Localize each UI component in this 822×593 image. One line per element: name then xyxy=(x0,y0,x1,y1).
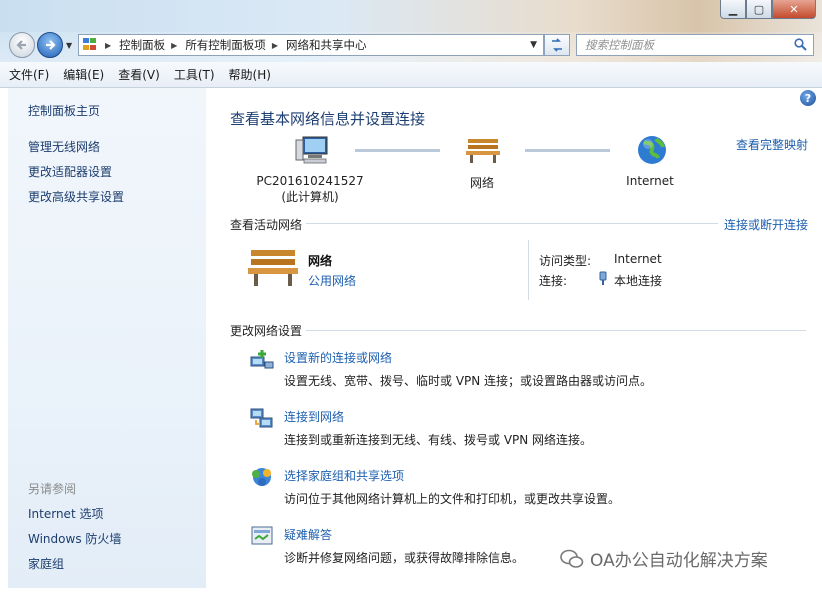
network-type-link[interactable]: 公用网络 xyxy=(308,272,356,289)
sidebar-item-wireless[interactable]: 管理无线网络 xyxy=(28,138,100,155)
computer-icon xyxy=(295,136,328,164)
chat-bubble-icon xyxy=(560,549,584,568)
computer-name: PC201610241527 xyxy=(256,174,364,188)
map-node-network[interactable]: 网络 xyxy=(452,174,512,191)
task-homegroup[interactable]: 选择家庭组和共享选项 xyxy=(284,467,404,484)
search-box[interactable]: 搜索控制面板 xyxy=(576,34,814,56)
change-settings-heading: 更改网络设置 xyxy=(230,324,303,338)
arrow-right-icon xyxy=(46,40,56,50)
task-setup-connection[interactable]: 设置新的连接或网络 xyxy=(284,349,392,366)
page-title: 查看基本网络信息并设置连接 xyxy=(230,110,426,128)
see-also-heading: 另请参阅 xyxy=(28,482,77,496)
bench-icon xyxy=(466,139,500,163)
crumb-network-center[interactable]: 网络和共享中心 xyxy=(286,37,367,53)
recent-pages-dropdown[interactable]: ▼ xyxy=(66,41,72,50)
arrow-left-icon xyxy=(16,40,26,50)
divider xyxy=(306,223,718,224)
sidebar-item-internet-options[interactable]: Internet 选项 xyxy=(28,505,103,522)
active-networks-heading: 查看活动网络 xyxy=(230,218,303,232)
chevron-right-icon[interactable]: ▶ xyxy=(272,41,278,50)
troubleshoot-icon xyxy=(251,526,273,545)
sidebar-item-homegroup[interactable]: 家庭组 xyxy=(28,555,64,572)
window-controls: ▁ ▢ ✕ xyxy=(720,0,816,19)
task-setup-connection-desc: 设置无线、宽带、拨号、临时或 VPN 连接；或设置路由器或访问点。 xyxy=(284,374,653,388)
minimize-button[interactable]: ▁ xyxy=(720,0,746,19)
task-homegroup-desc: 访问位于其他网络计算机上的文件和打印机，或更改共享设置。 xyxy=(284,492,621,506)
homegroup-icon xyxy=(252,468,271,486)
connect-disconnect-link[interactable]: 连接或断开连接 xyxy=(724,216,808,233)
computer-sub: (此计算机) xyxy=(281,190,339,204)
menu-bar: 文件(F) 编辑(E) 查看(V) 工具(T) 帮助(H) xyxy=(0,62,822,88)
sidebar-item-home[interactable]: 控制面板主页 xyxy=(28,102,100,119)
breadcrumb: ▶ 控制面板 ▶ 所有控制面板项 ▶ 网络和共享中心 xyxy=(99,35,366,55)
local-connection-link[interactable]: 本地连接 xyxy=(614,272,662,289)
search-icon[interactable] xyxy=(794,38,807,51)
ethernet-icon xyxy=(599,271,607,285)
task-connect-network[interactable]: 连接到网络 xyxy=(284,408,344,425)
control-panel-icon xyxy=(83,38,99,52)
help-icon[interactable]: ? xyxy=(800,90,816,106)
watermark: OA办公自动化解决方案 xyxy=(560,546,768,571)
menu-help[interactable]: 帮助(H) xyxy=(229,66,271,83)
address-dropdown-icon[interactable]: ▼ xyxy=(530,40,537,50)
menu-edit[interactable]: 编辑(E) xyxy=(63,66,104,83)
divider xyxy=(528,240,529,300)
connection-line xyxy=(525,149,610,152)
network-label: 网络 xyxy=(469,176,494,190)
menu-file[interactable]: 文件(F) xyxy=(9,66,49,83)
globe-icon xyxy=(638,136,666,164)
search-placeholder[interactable]: 搜索控制面板 xyxy=(585,37,654,53)
view-full-map-link[interactable]: 查看完整映射 xyxy=(736,136,808,153)
access-type-label: 访问类型: xyxy=(539,254,592,268)
forward-button[interactable] xyxy=(37,32,63,58)
task-connect-network-desc: 连接到或重新连接到无线、有线、拨号或 VPN 网络连接。 xyxy=(284,433,593,447)
sidebar-item-sharing[interactable]: 更改高级共享设置 xyxy=(28,188,124,205)
bench-icon xyxy=(248,250,298,286)
crumb-control-panel[interactable]: 控制面板 xyxy=(119,37,165,53)
map-node-computer[interactable]: PC201610241527 (此计算机) xyxy=(250,174,370,205)
refresh-icon xyxy=(552,38,562,52)
divider xyxy=(306,330,806,331)
chevron-right-icon[interactable]: ▶ xyxy=(171,41,177,50)
map-node-internet[interactable]: Internet xyxy=(615,174,685,188)
sidebar-item-adapter[interactable]: 更改适配器设置 xyxy=(28,163,112,180)
refresh-button[interactable] xyxy=(544,34,570,56)
menu-tools[interactable]: 工具(T) xyxy=(174,66,215,83)
watermark-text: OA办公自动化解决方案 xyxy=(590,551,768,571)
close-button[interactable]: ✕ xyxy=(772,0,816,19)
internet-label: Internet xyxy=(626,174,674,188)
menu-view[interactable]: 查看(V) xyxy=(118,66,160,83)
maximize-button[interactable]: ▢ xyxy=(746,0,772,19)
new-connection-icon xyxy=(250,350,274,369)
address-bar[interactable]: ▶ 控制面板 ▶ 所有控制面板项 ▶ 网络和共享中心 ▼ xyxy=(78,34,544,56)
active-network-name: 网络 xyxy=(308,254,333,268)
task-troubleshoot[interactable]: 疑难解答 xyxy=(284,526,332,543)
back-button[interactable] xyxy=(9,32,35,58)
crumb-all-items[interactable]: 所有控制面板项 xyxy=(185,37,266,53)
connection-label: 连接: xyxy=(539,274,568,288)
access-type-value: Internet xyxy=(614,252,662,266)
connection-line xyxy=(355,149,440,152)
chevron-right-icon[interactable]: ▶ xyxy=(105,41,111,50)
connect-network-icon xyxy=(250,408,273,428)
task-troubleshoot-desc: 诊断并修复网络问题，或获得故障排除信息。 xyxy=(284,551,525,565)
sidebar-item-firewall[interactable]: Windows 防火墙 xyxy=(28,530,121,547)
